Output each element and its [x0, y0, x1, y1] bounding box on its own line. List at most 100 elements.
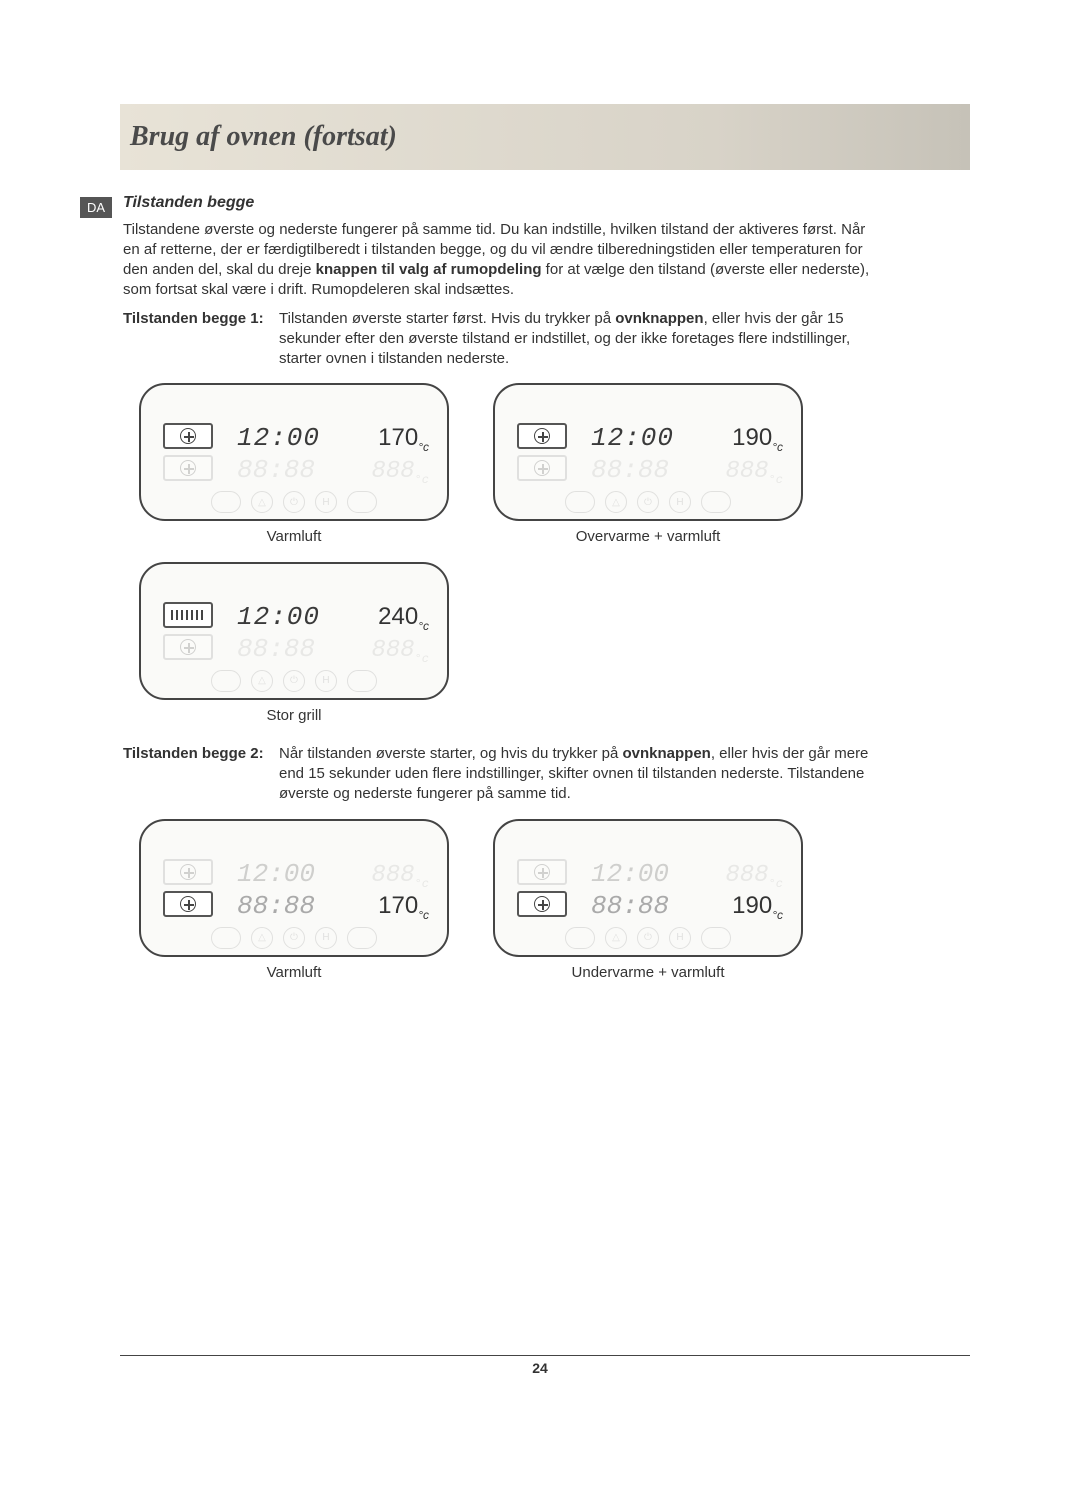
- panel-caption: Undervarme + varmluft: [572, 963, 725, 983]
- panel-row-1: 12:00 170°c 88:88 888°c △ ⏻ H Varmluft: [139, 383, 883, 547]
- lcd-time: 12:00: [591, 421, 674, 456]
- knob-icon: [565, 491, 595, 513]
- mode-2-block: Tilstanden begge 2: Når tilstanden øvers…: [123, 744, 883, 805]
- panel-col: 12:00 170°c 88:88 888°c △ ⏻ H Varmluft: [139, 383, 449, 547]
- knob-icon: H: [669, 491, 691, 513]
- knob-icon: [211, 491, 241, 513]
- lcd-row-bottom: 88:88 888°c: [237, 632, 429, 658]
- fan-icon: [534, 428, 550, 444]
- mode-icon-box-top: [163, 423, 213, 449]
- mode-1-label: Tilstanden begge 1:: [123, 309, 279, 329]
- lcd-time: 12:00: [237, 421, 320, 456]
- footer-rule: [120, 1355, 970, 1356]
- panel-row-3: 12:00 888°c 88:88 170°c △ ⏻ H Varmluft: [139, 819, 883, 983]
- lcd-time: 12:00: [237, 857, 315, 892]
- header-band: Brug af ovnen (fortsat): [120, 104, 970, 170]
- panel-col: 12:00 888°c 88:88 190°c △ ⏻ H Undervarme…: [493, 819, 803, 983]
- lcd-temp: 190°c: [732, 422, 783, 455]
- lcd-ghost-time: 88:88: [591, 889, 669, 924]
- knob-row: △ ⏻ H: [495, 491, 801, 513]
- lcd-row-top: 12:00 190°c: [591, 421, 783, 447]
- fan-icon: [180, 864, 196, 880]
- lcd-row-top: 12:00 240°c: [237, 600, 429, 626]
- knob-icon: ⏻: [637, 491, 659, 513]
- language-badge: DA: [80, 197, 112, 218]
- intro-bold-1: knappen til valg af rumopdeling: [316, 261, 542, 278]
- knob-icon: [347, 670, 377, 692]
- knob-icon: [701, 927, 731, 949]
- knob-icon: [701, 491, 731, 513]
- page-title: Brug af ovnen (fortsat): [130, 121, 397, 153]
- lcd-ghost-time: 88:88: [237, 453, 315, 488]
- knob-icon: [347, 927, 377, 949]
- knob-icon: ⏻: [283, 670, 305, 692]
- lcd-temp: 170°c: [378, 422, 429, 455]
- mode-icon-box-top: [517, 859, 567, 885]
- mode-icon-box-bottom: [163, 891, 213, 917]
- lcd-row-bottom: 88:88 888°c: [237, 453, 429, 479]
- fan-icon: [180, 428, 196, 444]
- mode-2-desc: Når tilstanden øverste starter, og hvis …: [279, 744, 883, 805]
- section-subheading: Tilstanden begge: [123, 192, 883, 214]
- knob-icon: H: [315, 491, 337, 513]
- lcd-row-top: 12:00 888°c: [237, 857, 429, 883]
- oven-display-panel: 12:00 888°c 88:88 170°c △ ⏻ H: [139, 819, 449, 957]
- fan-icon: [534, 460, 550, 476]
- lcd-row-bottom: 88:88 190°c: [591, 889, 783, 915]
- knob-icon: [565, 927, 595, 949]
- panel-col: 12:00 240°c 88:88 888°c △ ⏻ H Stor grill: [139, 562, 449, 726]
- lcd-ghost-temp: 888°c: [371, 860, 429, 892]
- knob-row: △ ⏻ H: [141, 927, 447, 949]
- panel-col: 12:00 190°c 88:88 888°c △ ⏻ H Overvarme …: [493, 383, 803, 547]
- page-number: 24: [0, 1360, 1080, 1376]
- lcd-row-top: 12:00 170°c: [237, 421, 429, 447]
- knob-icon: △: [605, 927, 627, 949]
- lcd-temp: 190°c: [732, 890, 783, 923]
- mode-1-desc-a: Tilstanden øverste starter først. Hvis d…: [279, 310, 615, 327]
- lcd-ghost-temp: 888°c: [725, 860, 783, 892]
- oven-display-panel: 12:00 190°c 88:88 888°c △ ⏻ H: [493, 383, 803, 521]
- grill-icon: [171, 610, 205, 620]
- panel-row-2: 12:00 240°c 88:88 888°c △ ⏻ H Stor grill: [139, 562, 883, 726]
- mode-icon-box-bottom: [517, 891, 567, 917]
- knob-icon: ⏻: [637, 927, 659, 949]
- knob-icon: [347, 491, 377, 513]
- panel-caption: Stor grill: [266, 706, 321, 726]
- panel-caption: Varmluft: [267, 527, 322, 547]
- oven-display-panel: 12:00 170°c 88:88 888°c △ ⏻ H: [139, 383, 449, 521]
- fan-icon: [180, 896, 196, 912]
- lcd-ghost-time: 88:88: [237, 632, 315, 667]
- knob-icon: H: [669, 927, 691, 949]
- fan-icon: [534, 896, 550, 912]
- fan-icon: [180, 639, 196, 655]
- mode-1-block: Tilstanden begge 1: Tilstanden øverste s…: [123, 309, 883, 370]
- mode-icon-box-top: [163, 859, 213, 885]
- mode-2-bold: ovnknappen: [622, 745, 710, 762]
- lcd-temp: 240°c: [378, 601, 429, 634]
- knob-icon: [211, 670, 241, 692]
- oven-display-panel: 12:00 888°c 88:88 190°c △ ⏻ H: [493, 819, 803, 957]
- lcd-row-bottom: 88:88 888°c: [591, 453, 783, 479]
- oven-display-panel: 12:00 240°c 88:88 888°c △ ⏻ H: [139, 562, 449, 700]
- knob-icon: △: [251, 670, 273, 692]
- knob-row: △ ⏻ H: [141, 670, 447, 692]
- fan-icon: [534, 864, 550, 880]
- lcd-ghost-time: 88:88: [237, 889, 315, 924]
- mode-icon-box-top: [517, 423, 567, 449]
- lcd-time: 12:00: [591, 857, 669, 892]
- mode-2-desc-a: Når tilstanden øverste starter, og hvis …: [279, 745, 622, 762]
- mode-icon-box-bottom: [163, 455, 213, 481]
- mode-icon-box-bottom: [163, 634, 213, 660]
- fan-icon: [180, 460, 196, 476]
- knob-icon: [211, 927, 241, 949]
- knob-icon: H: [315, 927, 337, 949]
- lcd-ghost-time: 88:88: [591, 453, 669, 488]
- mode-1-bold: ovnknappen: [615, 310, 703, 327]
- panel-caption: Varmluft: [267, 963, 322, 983]
- lcd-time: 12:00: [237, 600, 320, 635]
- knob-icon: ⏻: [283, 927, 305, 949]
- content-area: Tilstanden begge Tilstandene øverste og …: [123, 192, 883, 983]
- lcd-temp: 170°c: [378, 890, 429, 923]
- panel-col: 12:00 888°c 88:88 170°c △ ⏻ H Varmluft: [139, 819, 449, 983]
- mode-1-desc: Tilstanden øverste starter først. Hvis d…: [279, 309, 883, 370]
